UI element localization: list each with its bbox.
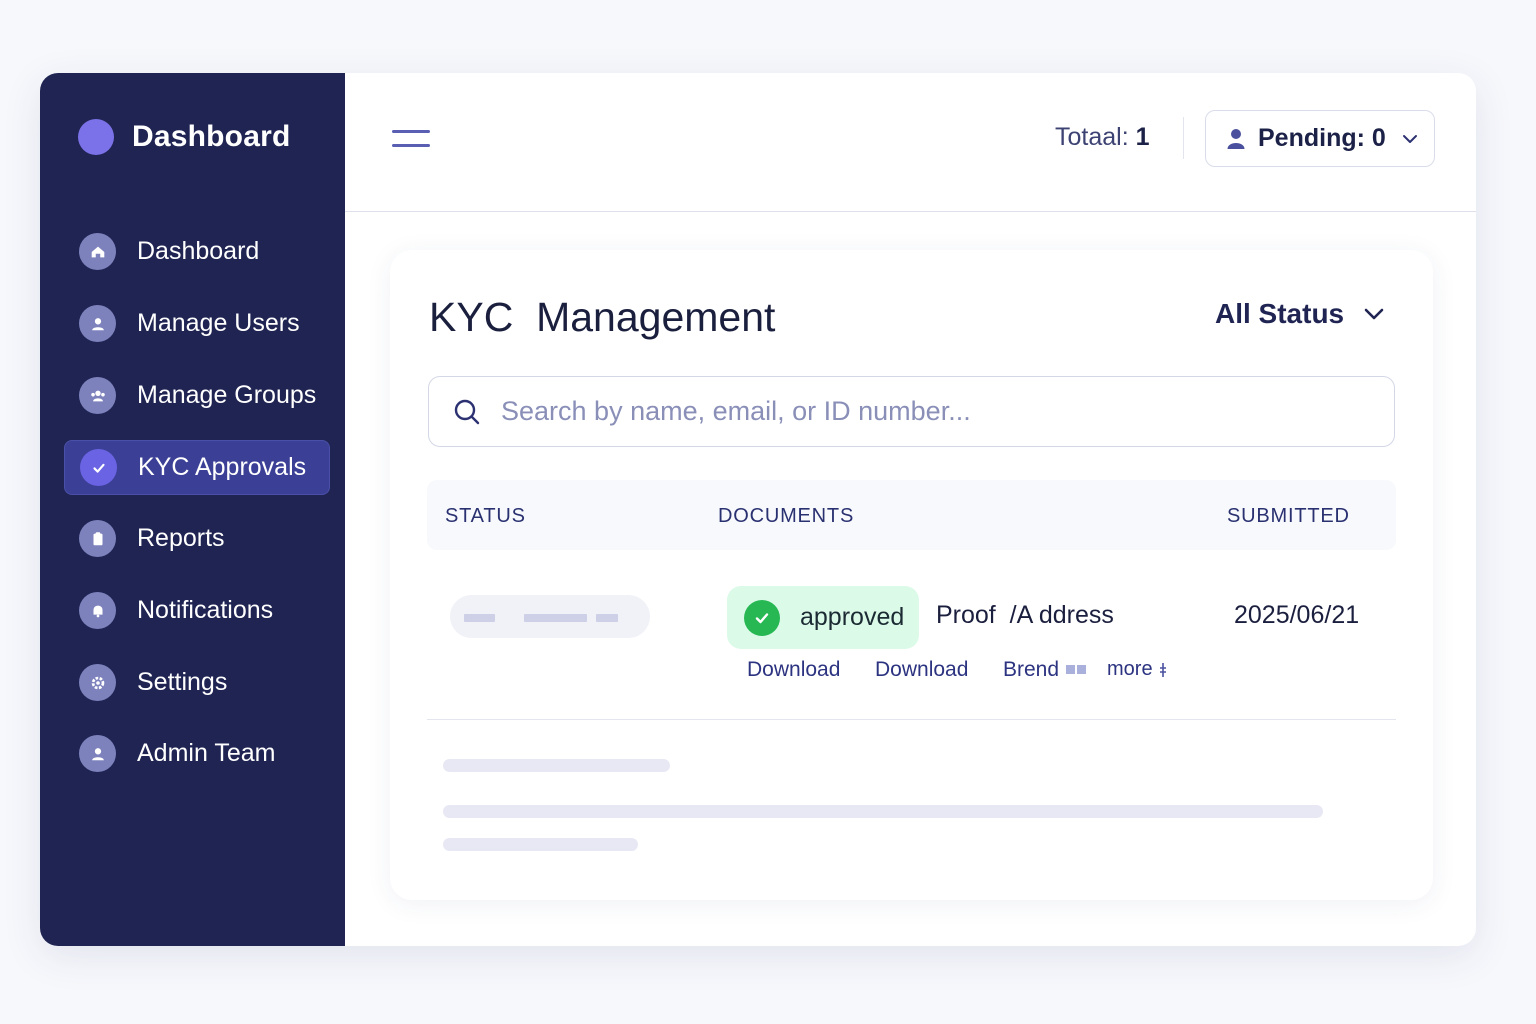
sidebar-item-label: Reports — [137, 524, 225, 552]
brand[interactable]: Dashboard — [78, 119, 291, 155]
total-count: Totaal: 1 — [1055, 123, 1150, 152]
chevron-down-icon — [1364, 308, 1384, 320]
user-icon — [79, 305, 116, 342]
status-filter-label: All Status — [1215, 298, 1345, 329]
document-name: Proof /A ddress — [936, 601, 1114, 629]
total-value: 1 — [1135, 123, 1150, 151]
clipboard-icon — [79, 520, 116, 557]
column-header-documents: DOCUMENTS — [718, 505, 855, 527]
sidebar-item-label: Settings — [137, 668, 228, 696]
sidebar-item-label: Notifications — [137, 596, 274, 624]
bell-icon — [79, 592, 116, 629]
hamburger-line — [392, 144, 430, 147]
topbar: Totaal: 1 Pending: 0 — [345, 73, 1476, 212]
home-icon — [79, 233, 116, 270]
search-icon — [454, 399, 480, 424]
menu-toggle-button[interactable] — [392, 128, 432, 152]
group-icon — [79, 377, 116, 414]
download-link[interactable]: Download — [875, 658, 968, 682]
app-window: Dashboard Dashboard Manage Users Manage … — [40, 73, 1476, 946]
sidebar-item-label: Manage Users — [137, 309, 300, 337]
sidebar-item-label: Admin Team — [137, 739, 276, 767]
kyc-card: KYC Management All Status STATUS DOCUMEN… — [390, 250, 1433, 900]
sidebar-item-manage-users[interactable]: Manage Users — [64, 296, 330, 351]
pending-label: Pending: 0 — [1258, 124, 1386, 152]
column-header-status: STATUS — [445, 505, 526, 527]
download-link[interactable]: Download — [747, 658, 840, 682]
sidebar-item-kyc-approvals[interactable]: KYC Approvals — [64, 440, 330, 495]
badge-label: approved — [800, 603, 905, 631]
status-filter-dropdown[interactable]: All Status — [1215, 298, 1384, 330]
sidebar-item-admin-team[interactable]: Admin Team — [64, 726, 330, 781]
more-link[interactable]: more — [1107, 658, 1167, 681]
sidebar-item-notifications[interactable]: Notifications — [64, 583, 330, 638]
loading-placeholder — [443, 805, 1323, 818]
sidebar-item-label: Manage Groups — [137, 381, 317, 409]
user-icon — [1227, 128, 1245, 149]
main-content: Totaal: 1 Pending: 0 KYC Management All … — [345, 73, 1476, 946]
document-link[interactable]: Brend — [1003, 658, 1059, 682]
sidebar-item-manage-groups[interactable]: Manage Groups — [64, 368, 330, 423]
more-icon — [1159, 662, 1166, 677]
submitted-date: 2025/06/21 — [1234, 601, 1360, 629]
user-icon — [79, 735, 116, 772]
gear-icon — [79, 664, 116, 701]
sidebar-item-label: Dashboard — [137, 237, 260, 265]
loading-placeholder — [443, 838, 638, 851]
search-input[interactable] — [501, 396, 1381, 427]
sidebar-item-dashboard[interactable]: Dashboard — [64, 224, 330, 279]
status-placeholder — [450, 595, 650, 638]
check-circle-icon — [744, 599, 780, 636]
check-icon — [80, 449, 117, 486]
sidebar: Dashboard Dashboard Manage Users Manage … — [40, 73, 345, 946]
page-title: KYC Management — [429, 294, 776, 340]
total-label: Totaal: — [1055, 123, 1129, 151]
table-header: STATUS DOCUMENTS SUBMITTED — [427, 480, 1396, 550]
brand-title: Dashboard — [132, 120, 291, 153]
column-header-submitted: SUBMITTED — [1227, 505, 1350, 527]
sidebar-item-settings[interactable]: Settings — [64, 655, 330, 710]
divider — [1183, 117, 1184, 159]
status-badge: approved — [727, 586, 919, 649]
chevron-down-icon — [1402, 134, 1417, 143]
more-label: more — [1107, 658, 1153, 680]
pending-dropdown[interactable]: Pending: 0 — [1205, 110, 1435, 167]
sidebar-item-label: KYC Approvals — [138, 453, 307, 481]
hamburger-line — [392, 130, 430, 133]
loading-placeholder — [443, 759, 670, 772]
sidebar-item-reports[interactable]: Reports — [64, 511, 330, 566]
search-box — [428, 376, 1395, 447]
table-row[interactable]: approved Proof /A ddress 2025/06/21 Down… — [427, 570, 1396, 720]
logo-icon — [78, 119, 114, 155]
